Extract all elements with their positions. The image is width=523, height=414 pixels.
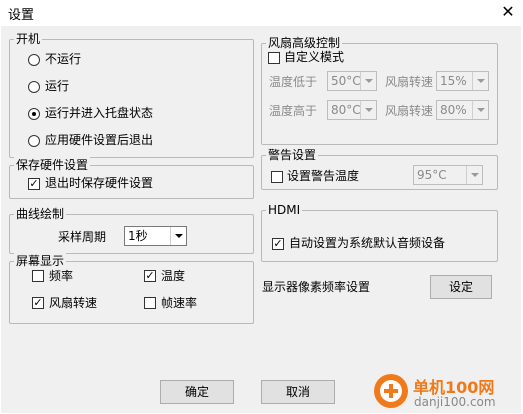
refresh-rate-label: 显示器像素频率设置	[262, 280, 371, 294]
temp-low-value: 50°C	[331, 74, 361, 88]
frequency-label: 频率	[49, 269, 74, 283]
chevron-down-icon	[170, 227, 186, 245]
watermark-site-url: danji100.com	[414, 395, 496, 409]
frequency-checkbox[interactable]	[32, 270, 44, 282]
chevron-down-icon	[472, 72, 488, 90]
startup-label-none: 不运行	[45, 52, 82, 66]
display-legend: 屏幕显示	[14, 253, 67, 269]
curve-legend: 曲线绘制	[14, 206, 67, 222]
chevron-down-icon	[466, 166, 482, 184]
startup-radio-tray[interactable]	[28, 108, 40, 120]
auto-audio-checkbox[interactable]: ✓	[272, 238, 284, 250]
title-bar: 设置 ✕	[0, 0, 523, 26]
temp-high-select[interactable]: 80°C	[327, 100, 377, 120]
custom-mode-label: 自定义模式	[284, 50, 345, 64]
fan-speed-select-2[interactable]: 80%	[436, 100, 489, 120]
temp-high-value: 80°C	[331, 103, 361, 117]
alarm-legend: 警告设置	[266, 147, 319, 163]
sample-period-value: 1秒	[128, 229, 148, 243]
fan-speed-label: 风扇转速	[49, 296, 98, 310]
temp-low-select[interactable]: 50°C	[327, 71, 377, 91]
fan-speed-select-1[interactable]: 15%	[436, 71, 489, 91]
fan-speed-checkbox[interactable]: ✓	[32, 297, 44, 309]
window-title: 设置	[8, 8, 35, 23]
hdmi-legend: HDMI	[266, 202, 303, 218]
custom-mode-checkbox[interactable]	[268, 52, 280, 64]
sample-period-select[interactable]: 1秒	[124, 226, 187, 246]
temp-low-label: 温度低于	[269, 75, 318, 89]
temperature-checkbox[interactable]: ✓	[144, 270, 156, 282]
ok-button[interactable]: 确定	[160, 380, 234, 404]
startup-legend: 开机	[14, 31, 43, 47]
alarm-temp-value: 95°C	[417, 168, 447, 182]
watermark-logo-icon	[374, 374, 408, 408]
fan-speed-value-2: 80%	[440, 103, 467, 117]
dialog-body: 开机 不运行 运行 运行并进入托盘状态 应用硬件设置后退出 保存硬件设置 ✓ 退…	[1, 26, 521, 413]
fan-speed-label-2: 风扇转速	[385, 104, 434, 118]
frame-rate-checkbox[interactable]	[144, 297, 156, 309]
temp-high-label: 温度高于	[269, 104, 318, 118]
startup-radio-none[interactable]	[28, 54, 40, 66]
chevron-down-icon	[472, 101, 488, 119]
startup-label-apply-exit: 应用硬件设置后退出	[45, 133, 154, 147]
alarm-temp-select[interactable]: 95°C	[413, 165, 483, 185]
alarm-temp-label: 设置警告温度	[287, 169, 360, 183]
chevron-down-icon	[360, 72, 376, 90]
auto-audio-label: 自动设置为系统默认音频设备	[289, 236, 446, 250]
temperature-label: 温度	[161, 269, 186, 283]
save-on-exit-label: 退出时保存硬件设置	[45, 176, 154, 190]
save-hw-legend: 保存硬件设置	[14, 157, 91, 173]
fan-speed-value-1: 15%	[440, 74, 467, 88]
close-icon[interactable]: ✕	[497, 1, 519, 23]
startup-label-tray: 运行并进入托盘状态	[45, 106, 154, 120]
cancel-button[interactable]: 取消	[261, 380, 335, 404]
startup-radio-apply-exit[interactable]	[28, 135, 40, 147]
display-group: 屏幕显示	[9, 253, 254, 324]
startup-radio-run[interactable]	[28, 81, 40, 93]
refresh-set-button[interactable]: 设定	[430, 275, 492, 299]
save-on-exit-checkbox[interactable]: ✓	[28, 178, 40, 190]
startup-label-run: 运行	[45, 79, 70, 93]
fan-speed-label-1: 风扇转速	[385, 75, 434, 89]
alarm-temp-checkbox[interactable]	[271, 171, 283, 183]
frame-rate-label: 帧速率	[161, 296, 198, 310]
chevron-down-icon	[360, 101, 376, 119]
sample-period-label: 采样周期	[58, 230, 107, 244]
